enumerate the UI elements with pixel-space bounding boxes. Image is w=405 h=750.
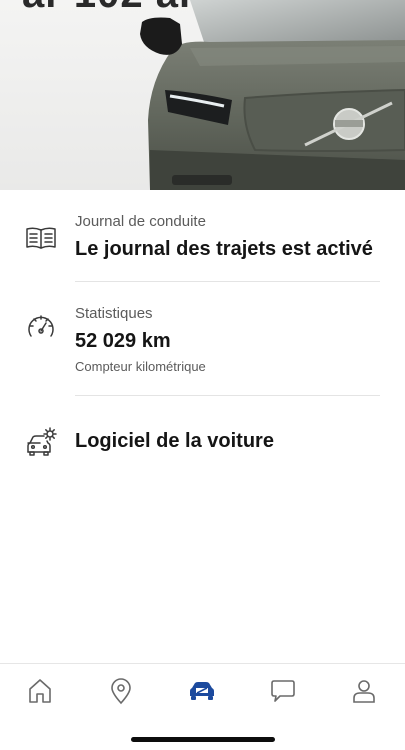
book-icon (24, 220, 58, 254)
odometer-caption: Compteur kilométrique (75, 359, 206, 374)
car-illustration (0, 0, 405, 190)
car-settings-icon (24, 426, 58, 460)
driving-journal-label: Journal de conduite (75, 213, 206, 230)
statistics-row[interactable]: Statistiques 52 029 km Compteur kilométr… (0, 282, 405, 396)
car-software-row[interactable]: Logiciel de la voiture (0, 396, 405, 488)
car-icon[interactable] (187, 676, 217, 706)
driving-journal-status: Le journal des trajets est activé (75, 238, 373, 260)
person-icon[interactable] (349, 676, 379, 706)
car-hero-image: ar 102 ar (0, 0, 405, 190)
car-software-title: Logiciel de la voiture (75, 430, 274, 452)
car-name-title: ar 102 ar (22, 0, 196, 17)
location-pin-icon[interactable] (106, 676, 136, 706)
home-indicator (131, 737, 275, 742)
speedometer-icon (24, 310, 58, 344)
chat-bubble-icon[interactable] (268, 676, 298, 706)
odometer-value: 52 029 km (75, 330, 171, 352)
statistics-label: Statistiques (75, 305, 153, 322)
driving-journal-row[interactable]: Journal de conduite Le journal des traje… (0, 190, 405, 282)
home-icon[interactable] (25, 676, 55, 706)
